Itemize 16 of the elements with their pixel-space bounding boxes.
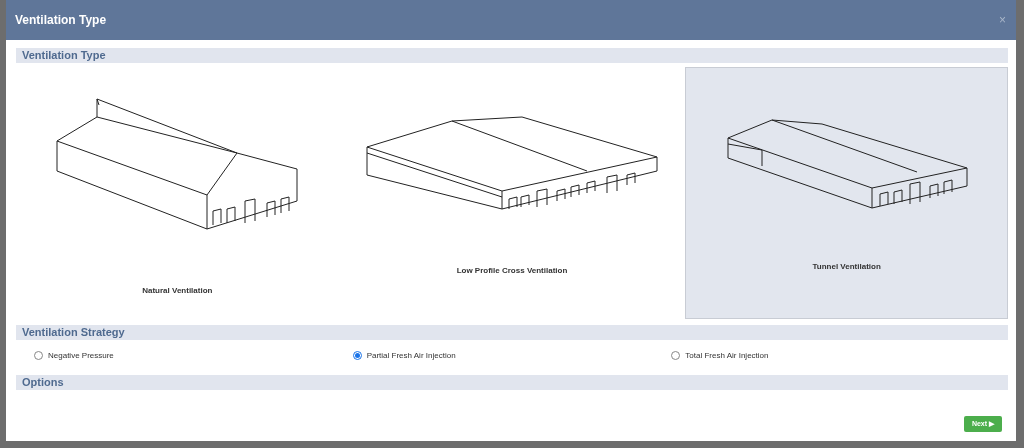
dialog-title: Ventilation Type xyxy=(15,13,107,27)
card-label: Natural Ventilation xyxy=(142,286,213,295)
ventilation-type-card[interactable]: Low Profile Cross Ventilation xyxy=(350,67,674,319)
radio-label[interactable]: Partial Fresh Air Injection xyxy=(366,351,456,360)
radio-label[interactable]: Negative Pressure xyxy=(48,351,114,360)
radio-button[interactable] xyxy=(352,351,362,360)
radio-button[interactable] xyxy=(671,351,681,360)
card-label: Low Profile Cross Ventilation xyxy=(456,266,568,275)
card-label: Tunnel Ventilation xyxy=(812,261,881,271)
radio-button[interactable] xyxy=(34,351,43,360)
ventilation-type-card[interactable]: Natural Ventilation xyxy=(16,67,339,319)
section-header: Ventilation Type xyxy=(16,48,1008,63)
radio-label[interactable]: Total Fresh Air Injection xyxy=(685,351,769,360)
section-header: Ventilation Strategy xyxy=(16,325,1008,340)
ventilation-type-card[interactable]: Tunnel Ventilation xyxy=(685,67,1008,319)
section-header: Options xyxy=(16,375,1008,390)
